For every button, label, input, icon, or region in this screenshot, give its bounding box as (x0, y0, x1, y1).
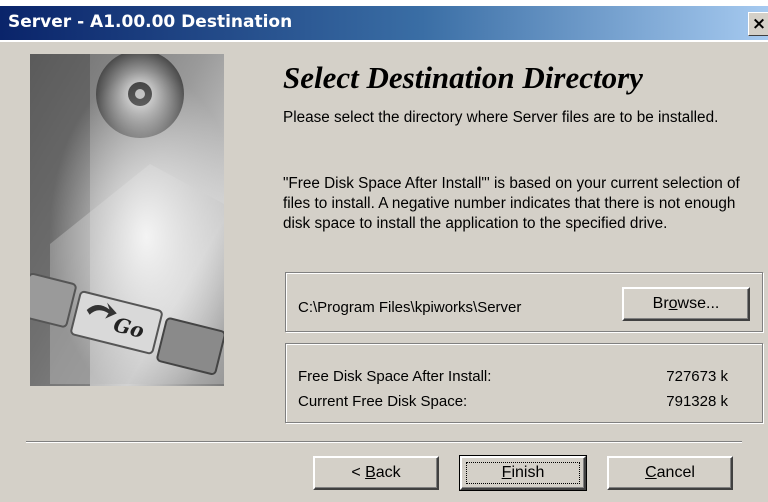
back-label-start: < (351, 464, 366, 481)
finish-button[interactable]: Finish (459, 455, 587, 491)
current-free-space-value: 791328 k (666, 393, 728, 410)
cancel-accelerator: C (645, 464, 657, 481)
destination-path: C:\Program Files\kpiworks\Server (298, 299, 522, 316)
button-separator (26, 441, 742, 443)
free-space-after-install-value: 727673 k (666, 368, 728, 385)
back-label-end: ack (375, 464, 401, 481)
back-button[interactable]: < Back (313, 456, 439, 490)
page-heading: Select Destination Directory (283, 60, 643, 95)
browse-label-start: Br (652, 295, 669, 312)
title-bar: Server - A1.00.00 Destination × (0, 0, 768, 42)
cancel-label-end: ancel (656, 464, 695, 481)
window-title: Server - A1.00.00 Destination (8, 12, 293, 32)
focus-rectangle (466, 462, 580, 484)
cancel-button[interactable]: Cancel (607, 456, 733, 490)
browse-accelerator: o (668, 295, 678, 312)
intro-text: Please select the directory where Server… (283, 109, 719, 126)
free-space-after-install-label: Free Disk Space After Install: (298, 368, 492, 385)
close-icon: × (751, 14, 767, 34)
back-accelerator: B (365, 464, 376, 481)
close-button[interactable]: × (748, 12, 768, 36)
browse-label-end: wse... (677, 295, 720, 312)
installer-side-image: Go (30, 54, 224, 386)
disk-space-explanation: "Free Disk Space After Install"' is base… (283, 175, 740, 232)
current-free-space-label: Current Free Disk Space: (298, 393, 468, 410)
keyboard-photo-illustration: Go (30, 54, 224, 386)
browse-button[interactable]: Browse... (622, 287, 750, 321)
